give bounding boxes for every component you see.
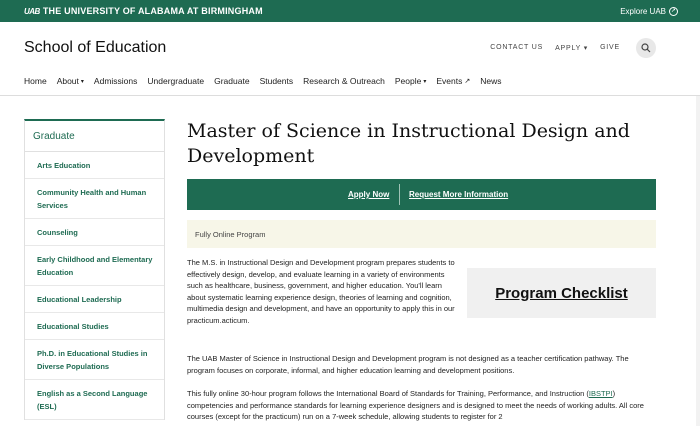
nav-events[interactable]: Events ↗ [436,76,470,86]
nav-label: Students [259,76,294,86]
sidebar-item-community-health[interactable]: Community Health and Human Services [25,179,164,219]
program-checklist-link[interactable]: Program Checklist [495,285,628,302]
intro-paragraph: The M.S. in Instructional Design and Dev… [187,258,455,325]
cta-bar: Apply Now Request More Information [187,179,656,210]
nav-label: News [480,76,502,86]
program-details-paragraph: This fully online 30-hour program follow… [187,388,656,423]
nav-label: Home [24,76,47,86]
cta-divider [399,184,400,205]
contact-us-link[interactable]: CONTACT US [490,44,543,52]
page-scrollbar[interactable] [696,96,700,426]
search-button[interactable] [636,38,656,58]
apply-now-link[interactable]: Apply Now [348,179,389,210]
section-sidebar: Graduate Arts Education Community Health… [24,119,165,420]
sidebar-item-counseling[interactable]: Counseling [25,219,164,246]
apply-menu[interactable]: APPLY ▾ [555,44,588,52]
sidebar-heading[interactable]: Graduate [25,121,164,152]
nav-about[interactable]: About ▾ [57,76,84,86]
nav-graduate[interactable]: Graduate [214,76,249,86]
nav-label: Undergraduate [147,76,205,86]
sidebar-item-early-childhood[interactable]: Early Childhood and Elementary Education [25,246,164,286]
search-icon [641,43,651,53]
nav-news[interactable]: News [480,76,501,86]
university-bar: UAB THE UNIVERSITY OF ALABAMA AT BIRMING… [0,0,700,22]
explore-uab-label: Explore UAB [620,6,666,16]
ibstpi-link[interactable]: IBSTPI [589,389,613,398]
sidebar-item-educational-studies[interactable]: Educational Studies [25,313,164,340]
page-title: Master of Science in Instructional Desig… [187,120,630,167]
nav-people[interactable]: People ▾ [395,76,426,86]
uab-logo: UAB [24,6,40,16]
nav-label: Graduate [214,76,250,86]
program-checklist-box: Program Checklist [467,268,656,318]
explore-uab-link[interactable]: Explore UAB ➚ [620,0,678,22]
para3-text-a: This fully online 30-hour program follow… [187,389,589,398]
arrow-circle-icon: ➚ [669,6,678,16]
sidebar-item-educational-leadership[interactable]: Educational Leadership [25,286,164,313]
university-brand-link[interactable]: UAB THE UNIVERSITY OF ALABAMA AT BIRMING… [24,0,263,22]
site-header: School of Education CONTACT US APPLY ▾ G… [0,22,700,96]
sidebar-item-esl[interactable]: English as a Second Language (ESL) [25,380,164,420]
nav-home[interactable]: Home [24,76,47,86]
nav-label: Research & Outreach [303,76,385,86]
main-content: Master of Science in Instructional Desig… [187,119,656,421]
certification-paragraph: The UAB Master of Science in Instruction… [187,354,629,375]
nav-label: About [56,76,79,86]
nav-students[interactable]: Students [260,76,294,86]
nav-label: People [394,76,422,86]
chevron-down-icon: ▾ [80,78,84,85]
sidebar-item-phd-educational-studies[interactable]: Ph.D. in Educational Studies in Diverse … [25,340,164,380]
nav-label: Admissions [93,76,138,86]
main-nav: Home About ▾ Admissions Undergraduate Gra… [24,76,511,86]
program-type-banner: Fully Online Program [187,220,656,248]
nav-research-outreach[interactable]: Research & Outreach [303,76,385,86]
sidebar-item-arts-education[interactable]: Arts Education [25,152,164,179]
nav-undergraduate[interactable]: Undergraduate [147,76,204,86]
university-name: THE UNIVERSITY OF ALABAMA AT BIRMINGHAM [42,6,263,16]
site-title[interactable]: School of Education [24,39,166,57]
external-link-icon: ↗ [464,78,471,85]
nav-label: Events [436,76,463,86]
nav-admissions[interactable]: Admissions [94,76,137,86]
give-link[interactable]: GIVE [600,44,620,52]
request-info-link[interactable]: Request More Information [409,179,508,210]
chevron-down-icon: ▾ [423,78,427,85]
utility-nav: CONTACT US APPLY ▾ GIVE [478,44,620,52]
